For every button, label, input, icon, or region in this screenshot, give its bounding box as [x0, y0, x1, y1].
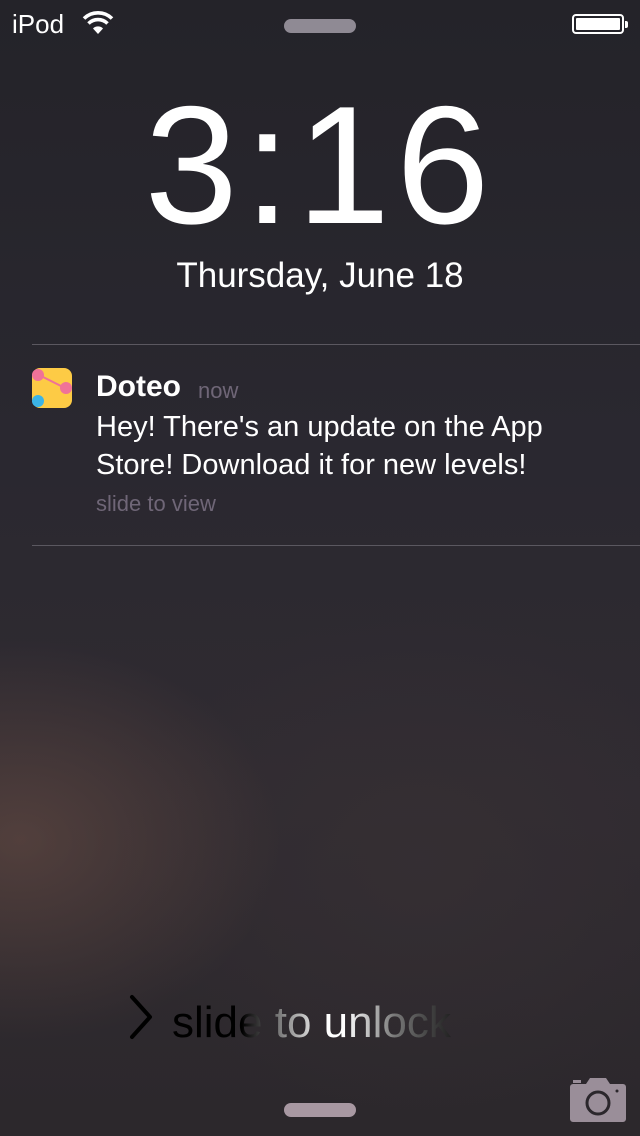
carrier-label: iPod [12, 9, 65, 39]
divider [32, 344, 640, 345]
notification-app-name: Doteo [96, 370, 181, 403]
wifi-icon [82, 10, 114, 41]
slide-to-unlock-label: slide to unlock [172, 997, 451, 1047]
battery-icon [572, 14, 628, 34]
notification-message[interactable]: Hey! There's an update on the App Store!… [96, 408, 626, 484]
control-center-grabber[interactable] [284, 1103, 356, 1117]
camera-icon[interactable] [570, 1078, 626, 1127]
divider [32, 545, 640, 546]
doteo-app-icon[interactable] [32, 368, 72, 408]
lock-clock: 3:16 [144, 71, 496, 259]
slide-to-view-hint: slide to view [96, 491, 216, 516]
notification-center-grabber[interactable] [284, 19, 356, 33]
notification-time: now [198, 378, 239, 403]
chevron-right-icon [128, 994, 154, 1051]
slide-to-unlock-slider[interactable]: slide to unlock [128, 994, 451, 1051]
lock-date: Thursday, June 18 [176, 256, 464, 295]
